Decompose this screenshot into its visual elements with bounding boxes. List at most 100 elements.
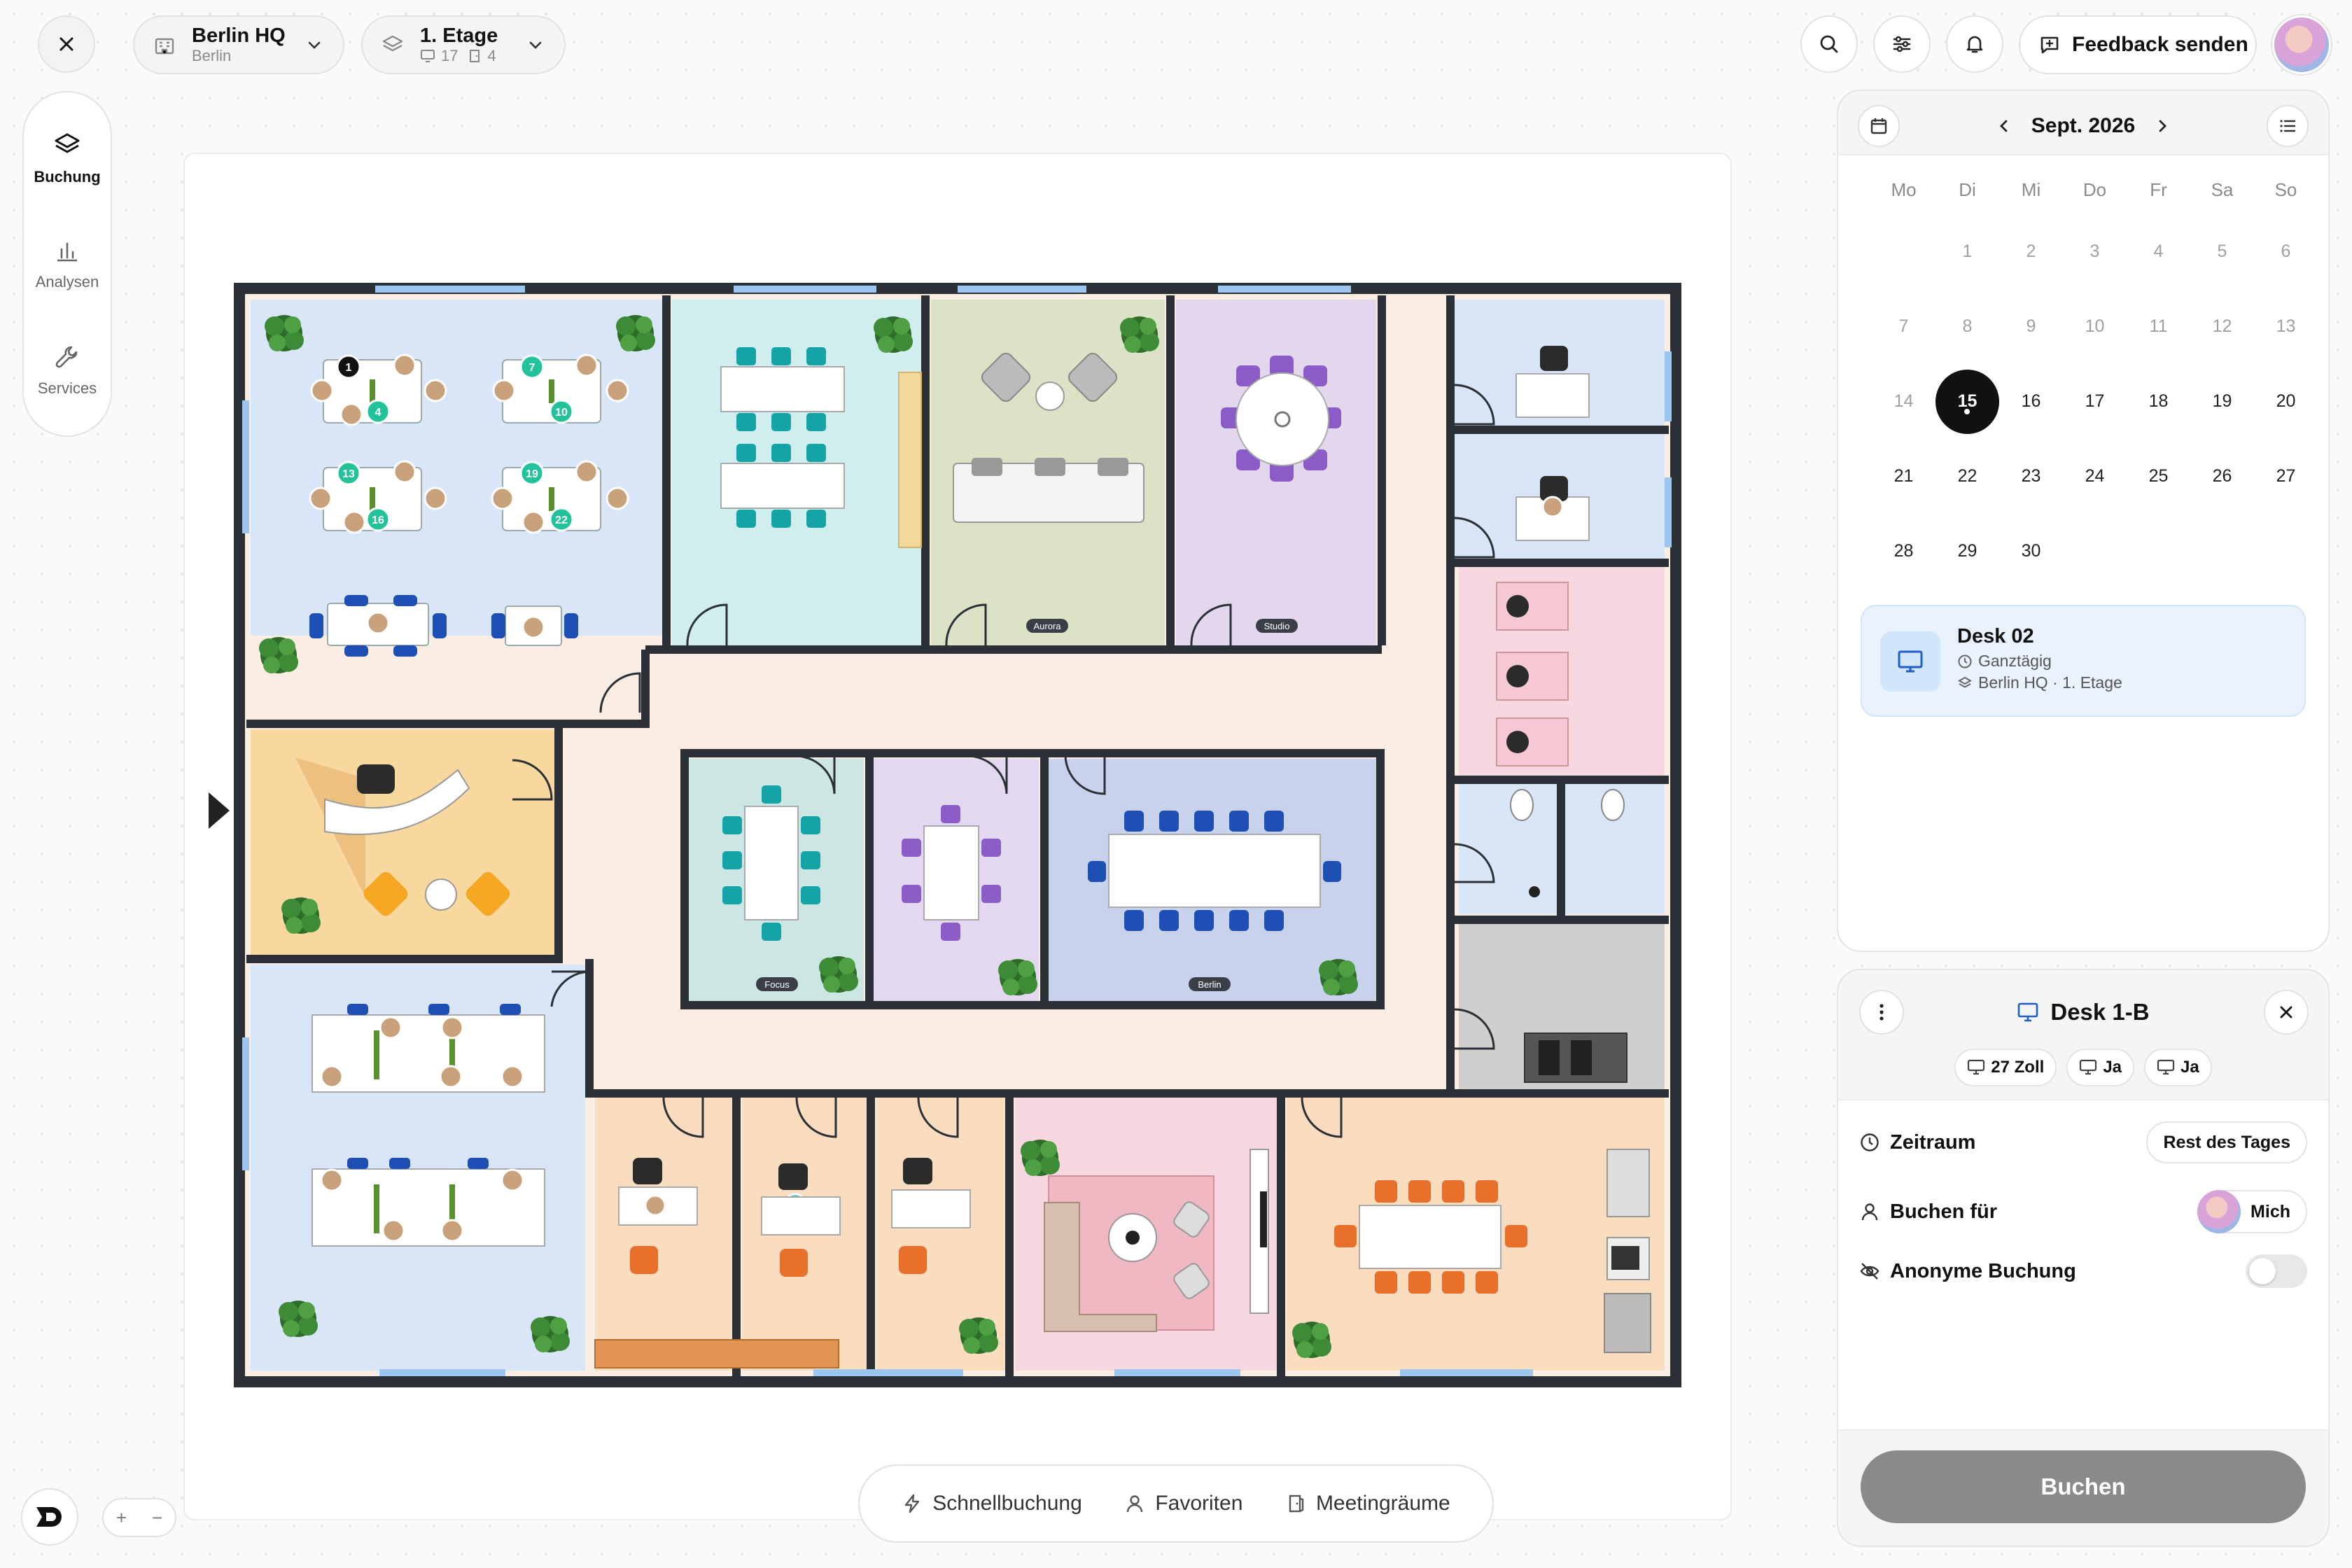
monitor-icon [2080,1059,2097,1075]
calendar-day[interactable]: 18 [2127,364,2190,439]
sidebar-item-analysen[interactable]: Analysen [24,237,111,291]
feature-label: Ja [2180,1058,2199,1077]
anonym-toggle[interactable] [2246,1254,2307,1288]
calendar-day-number: 19 [2212,391,2232,411]
office-a [595,1098,732,1371]
calendar-day[interactable]: 27 [2254,439,2318,514]
sidebar-item-services[interactable]: Services [24,343,111,398]
buchen-fuer-select[interactable]: Mich [2197,1190,2307,1233]
close-icon [2280,1006,2292,1018]
floor-selector[interactable]: 1. Etage 17 4 [361,15,566,74]
calendar-day[interactable]: 3 [2063,214,2127,289]
feature-dock: Ja [2144,1049,2212,1086]
floorplan: 1471013161922252831343740434647 [234,283,1681,1387]
calendar-day[interactable]: 4 [2127,214,2190,289]
calendar-day-number: 12 [2212,316,2232,336]
calendar-day[interactable]: 17 [2063,364,2127,439]
location-selector[interactable]: Berlin HQ Berlin [133,15,344,74]
meeting-rooms-button[interactable]: Meetingräume [1285,1492,1450,1516]
calendar-day-number: 10 [2085,316,2105,336]
calendar-day[interactable]: 12 [2190,289,2254,364]
bell-icon [1966,36,1983,53]
notifications-button[interactable] [1946,15,2003,73]
calendar-day-number: 14 [1893,391,1914,411]
location-name: Berlin HQ [192,24,286,47]
close-button[interactable] [38,15,95,73]
calendar-day[interactable]: 29 [1935,514,1999,589]
sliders-icon [1893,36,1911,52]
book-button[interactable]: Buchen [1861,1450,2306,1523]
calendar-day[interactable]: 16 [1999,364,2063,439]
zeitraum-row: Zeitraum Rest des Tages [1859,1121,2307,1163]
calendar-days: 1 2 3 4 5 6 7 8 9 10 11 12 13 14 15 16 17 18 19 20 21 22 23 24 2… [1872,214,2320,589]
booking-title: Desk 02 [1957,625,2034,648]
calendar-empty-cell [1872,214,1935,289]
calendar-day[interactable]: 22 [1935,439,1999,514]
weekday-label: Mi [2021,179,2041,200]
calendar-day[interactable]: 26 [2190,439,2254,514]
calendar-day[interactable]: 23 [1999,439,2063,514]
desk-features: 27 Zoll Ja Ja [1838,1049,2328,1086]
sidebar-item-buchung[interactable]: Buchung [24,130,111,186]
calendar-day[interactable]: 2 [1999,214,2063,289]
calendar-day[interactable]: 6 [2254,214,2318,289]
desk-title-row: Desk 1-B [1838,990,2328,1035]
calendar-day[interactable]: 19 [2190,364,2254,439]
calendar-day-number: 28 [1893,541,1914,561]
zoom-out-button[interactable]: − [152,1507,162,1529]
calendar-empty-cell [2063,514,2127,589]
studio-table[interactable] [1221,356,1341,482]
calendar-day[interactable]: 28 [1872,514,1935,589]
feedback-button[interactable]: Feedback senden [2019,15,2257,74]
calendar-day[interactable]: 11 [2127,289,2190,364]
close-panel-button[interactable] [2264,990,2309,1035]
weekday-label: Sa [2211,179,2234,200]
calendar-day[interactable]: 13 [2254,289,2318,364]
calendar-day[interactable]: 25 [2127,439,2190,514]
calendar-day[interactable]: 21 [1872,439,1935,514]
desk-number: 22 [555,514,568,526]
chevron-down-icon [308,41,321,49]
calendar-day[interactable]: 8 [1935,289,1999,364]
zoom-in-button[interactable]: + [116,1507,127,1529]
zeitraum-select[interactable]: Rest des Tages [2146,1121,2307,1163]
booking-card[interactable]: Desk 02 Ganztägig Berlin HQ · 1. Etage [1861,605,2306,717]
calendar-day[interactable]: 7 [1872,289,1935,364]
zoom-controls: + − [102,1498,176,1537]
calendar-day[interactable]: 1 [1935,214,1999,289]
avatar[interactable] [2272,15,2331,74]
calendar-day-number: 15 [1935,369,1999,434]
list-view-button[interactable] [2267,105,2309,147]
calendar-day[interactable]: 14 [1872,364,1935,439]
desk-number: 10 [555,407,568,419]
calendar-day[interactable]: 15 [1935,364,1999,439]
calendar-day-number: 22 [1957,466,1977,486]
chevron-right-icon[interactable] [2153,117,2171,135]
calendar-day[interactable]: 9 [1999,289,2063,364]
calendar-day-number: 9 [2026,316,2036,336]
wrench-icon [55,346,78,368]
feature-monitor: Ja [2066,1049,2135,1086]
calendar-day[interactable]: 5 [2190,214,2254,289]
favorites-button[interactable]: Favoriten [1124,1492,1242,1516]
calendar-day[interactable]: 10 [2063,289,2127,364]
sidebar: Buchung Analysen Services [22,91,112,437]
floor-name: 1. Etage [420,24,498,47]
calendar-day-number: 27 [2276,466,2296,486]
toggle-knob [2249,1258,2276,1284]
calendar-day[interactable]: 30 [1999,514,2063,589]
filter-button[interactable] [1873,15,1931,73]
calendar-day-number: 7 [1898,316,1909,336]
calendar-day-number: 6 [2281,241,2291,261]
app-logo[interactable] [21,1488,78,1546]
search-button[interactable] [1800,15,1858,73]
month-navigation: Sept. 2026 [1838,105,2328,147]
monitor-icon [2157,1059,2175,1075]
chevron-left-icon[interactable] [1995,117,2013,135]
calendar-day[interactable]: 24 [2063,439,2127,514]
quick-booking-label: Schnellbuchung [932,1492,1082,1515]
calendar-day-number: 25 [2148,466,2169,486]
feedback-label: Feedback senden [2072,33,2248,56]
quick-booking-button[interactable]: Schnellbuchung [902,1492,1082,1516]
calendar-day[interactable]: 20 [2254,364,2318,439]
